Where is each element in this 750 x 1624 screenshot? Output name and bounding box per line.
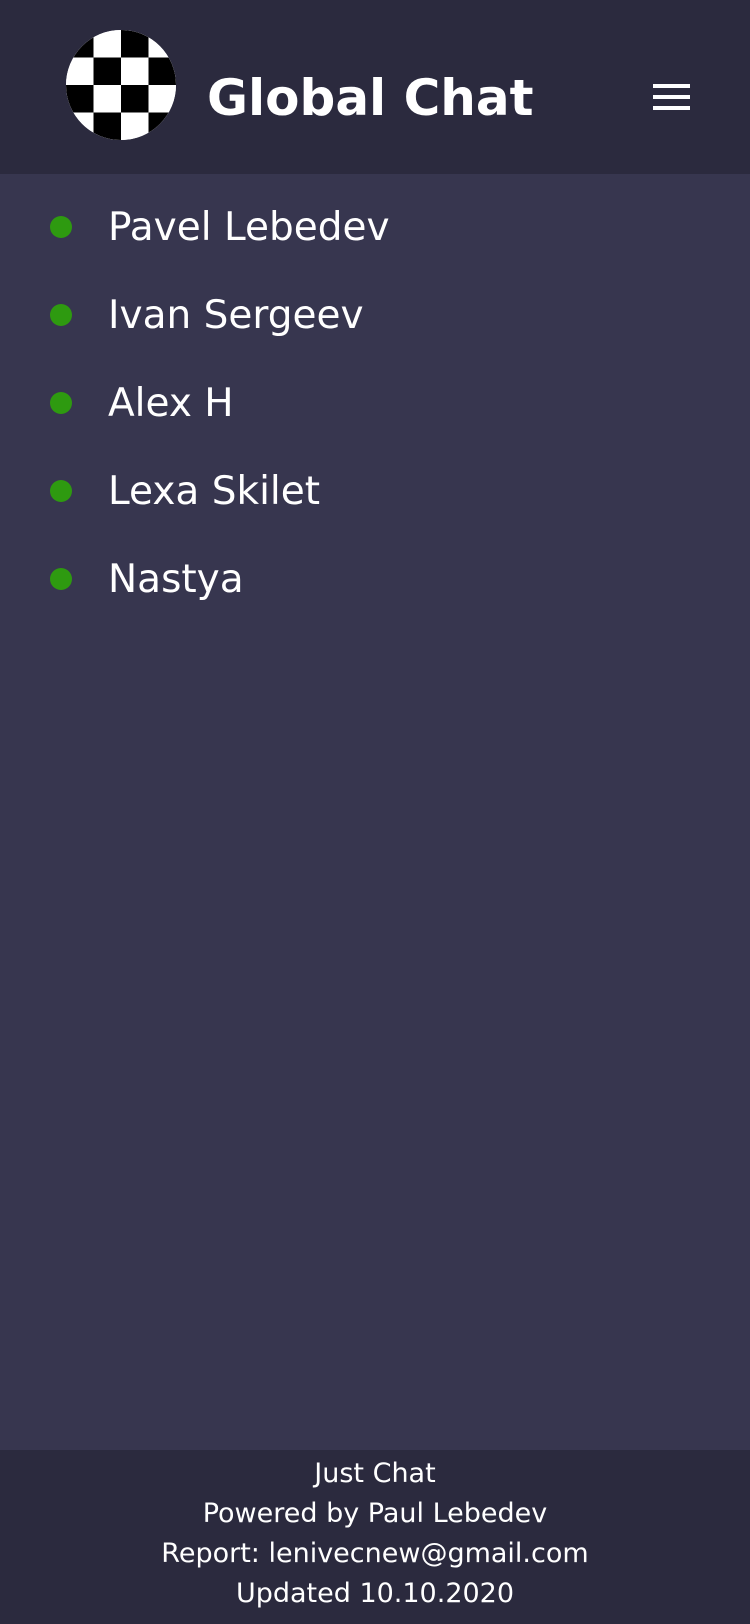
user-item-lexa-skilet[interactable]: Lexa Skilet (0, 452, 750, 532)
footer-updated-date: Updated 10.10.2020 (235, 1578, 515, 1609)
user-name: Alex H (108, 381, 234, 426)
menu-bar (653, 84, 690, 88)
user-name: Pavel Lebedev (108, 205, 390, 250)
user-name: Lexa Skilet (108, 469, 321, 514)
footer-report-link[interactable]: Report: lenivecnew@gmail.com (0, 1534, 750, 1574)
user-item-nastya[interactable]: Nastya (0, 540, 750, 620)
online-status-icon (50, 304, 72, 326)
menu-bar (653, 106, 690, 110)
user-item-ivan-sergeev[interactable]: Ivan Sergeev (0, 276, 750, 356)
user-item-alex-h[interactable]: Alex H (0, 364, 750, 444)
user-name: Ivan Sergeev (108, 293, 364, 338)
checkered-logo-icon (66, 30, 176, 140)
footer-powered-by: Powered by Paul Lebedev (202, 1498, 548, 1529)
hamburger-menu-icon[interactable] (640, 72, 704, 126)
online-status-icon (50, 480, 72, 502)
online-status-icon (50, 216, 72, 238)
online-status-icon (50, 392, 72, 414)
menu-bar (653, 95, 690, 99)
page-title: Global Chat (207, 69, 534, 127)
user-name: Nastya (108, 557, 244, 602)
footer-app-name: Just Chat (314, 1458, 436, 1489)
app-header: Global Chat (0, 0, 750, 174)
app-footer: Just Chat Powered by Paul Lebedev Report… (0, 1450, 750, 1624)
online-status-icon (50, 568, 72, 590)
user-item-pavel-lebedev[interactable]: Pavel Lebedev (0, 188, 750, 268)
